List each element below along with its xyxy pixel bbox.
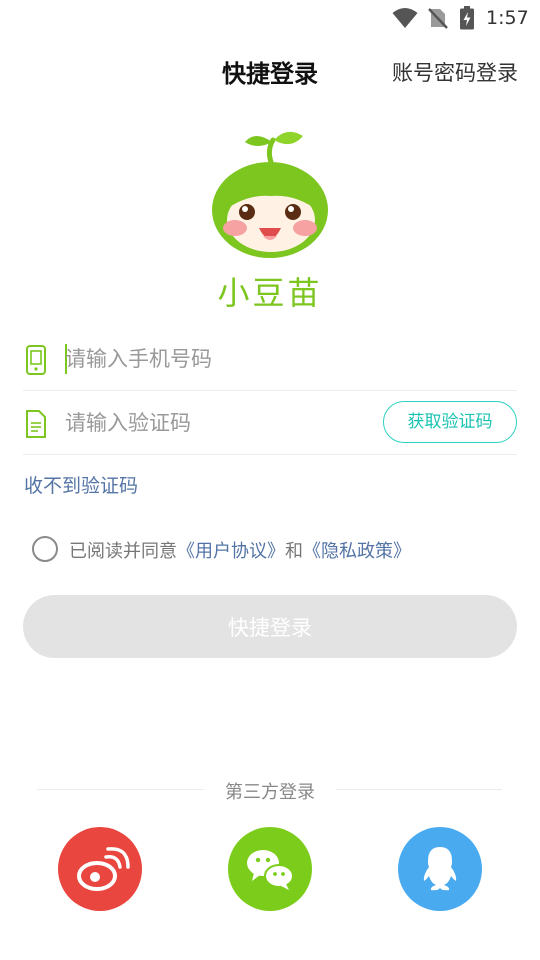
agree-radio[interactable] [32, 536, 58, 562]
privacy-policy-link[interactable]: 《隐私政策》 [303, 541, 411, 562]
quick-login-button[interactable]: 快捷登录 [23, 595, 517, 658]
wifi-icon [392, 8, 418, 28]
phone-row [23, 327, 517, 391]
brand-name: 小豆苗 [217, 274, 323, 312]
get-code-button[interactable]: 获取验证码 [383, 401, 517, 443]
no-sim-icon [428, 8, 448, 29]
status-time: 1:57 [486, 7, 529, 29]
weibo-icon [77, 847, 130, 891]
document-icon [26, 410, 46, 438]
phone-input[interactable] [65, 337, 365, 381]
battery-charging-icon [460, 6, 474, 30]
agreement-text: 已阅读并同意《用户协议》和《隐私政策》 [69, 537, 411, 563]
third-party-label: 第三方登录 [225, 782, 315, 803]
wechat-login-button[interactable] [228, 827, 312, 911]
qq-login-button[interactable] [398, 827, 482, 911]
agreement-prefix: 已阅读并同意 [69, 541, 177, 562]
agreement-and: 和 [285, 541, 303, 562]
divider-right [336, 789, 502, 790]
status-bar: 1:57 [0, 0, 540, 36]
code-row: 获取验证码 [23, 391, 517, 455]
header: 快捷登录 账号密码登录 [0, 48, 540, 98]
no-code-link[interactable]: 收不到验证码 [24, 471, 138, 498]
qq-icon [423, 847, 457, 891]
brand-logo [212, 131, 328, 258]
weibo-login-button[interactable] [58, 827, 142, 911]
phone-icon [26, 345, 46, 375]
wechat-icon [247, 850, 294, 890]
code-input[interactable] [65, 401, 365, 445]
password-login-link[interactable]: 账号密码登录 [392, 57, 518, 87]
user-agreement-link[interactable]: 《用户协议》 [177, 541, 285, 562]
